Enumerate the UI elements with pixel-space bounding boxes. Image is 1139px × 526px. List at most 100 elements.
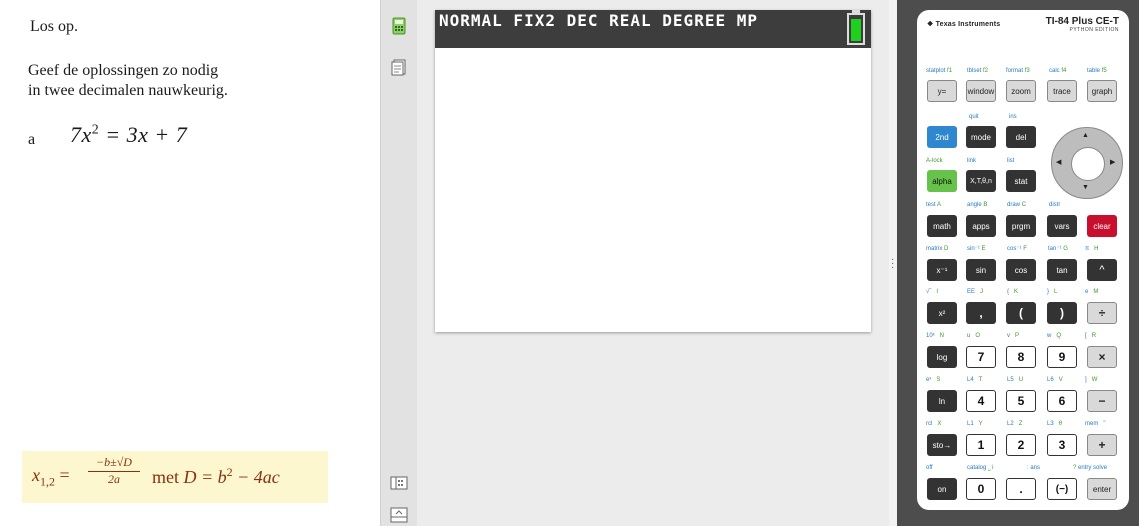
precision-line-1: Geef de oplossingen zo nodig	[28, 62, 219, 79]
key-4[interactable]: 4	[966, 390, 996, 412]
key-0[interactable]: 0	[966, 478, 996, 500]
key-8[interactable]: 8	[1006, 346, 1036, 368]
label-ex: eˣ S	[926, 377, 941, 383]
label-ans: : ans	[1027, 465, 1041, 471]
key-sin[interactable]: sin	[966, 259, 996, 281]
key-window[interactable]: window	[966, 80, 996, 102]
label-lbrace: { K	[1007, 289, 1019, 295]
key-multiply[interactable]: ×	[1087, 346, 1117, 368]
arrow-right-icon[interactable]: ▶	[1110, 158, 1115, 166]
label-rbrace: } L	[1047, 289, 1058, 295]
label-l4: L4 T	[967, 377, 983, 383]
key-sto[interactable]: sto→	[927, 434, 957, 456]
key-log[interactable]: log	[927, 346, 957, 368]
key-plus[interactable]: +	[1087, 434, 1117, 456]
key-comma[interactable]: ,	[966, 302, 996, 324]
label-e: e M	[1085, 289, 1099, 295]
document-icon[interactable]	[390, 58, 408, 76]
key-math[interactable]: math	[927, 215, 957, 237]
label-entry-solve: ? entry solve	[1073, 465, 1108, 471]
status-bar: NORMAL FIX2 DEC REAL DEGREE MP	[435, 10, 871, 48]
key-alpha[interactable]: alpha	[927, 170, 957, 192]
formula-discriminant: met D = b2 − 4ac	[152, 465, 280, 488]
label-lbracket: [ R	[1085, 333, 1097, 339]
label-sin-inv: sin⁻¹ E	[967, 246, 986, 252]
calculator-display[interactable]: NORMAL FIX2 DEC REAL DEGREE MP	[435, 10, 871, 332]
arrow-pad[interactable]: ▲ ▼ ◀ ▶	[1051, 127, 1123, 199]
key-lparen[interactable]: (	[1006, 302, 1036, 324]
label-list: list	[1007, 158, 1015, 164]
formula-d-rest: − 4ac	[232, 467, 280, 487]
label-l6: L6 V	[1047, 377, 1063, 383]
key-5[interactable]: 5	[1006, 390, 1036, 412]
label-l1: L1 Y	[967, 421, 983, 427]
label-off: off	[926, 465, 933, 471]
arrow-up-icon[interactable]: ▲	[1082, 132, 1089, 139]
key-zoom[interactable]: zoom	[1006, 80, 1036, 102]
arrow-pad-center	[1071, 147, 1105, 181]
key-caret[interactable]: ^	[1087, 259, 1117, 281]
key-x-inverse[interactable]: x⁻¹	[927, 259, 957, 281]
key-negative[interactable]: (−)	[1047, 478, 1077, 500]
label-a-lock: A-lock	[926, 158, 943, 164]
key-ln[interactable]: ln	[927, 390, 957, 412]
formula-lhs: x1,2 =	[32, 465, 70, 490]
arrow-left-icon[interactable]: ◀	[1056, 158, 1061, 166]
key-3[interactable]: 3	[1047, 434, 1077, 456]
brand-name: Texas Instruments	[935, 21, 1001, 28]
calculator-screen-area: NORMAL FIX2 DEC REAL DEGREE MP	[417, 0, 889, 526]
key-vars[interactable]: vars	[1047, 215, 1077, 237]
key-trace[interactable]: trace	[1047, 80, 1077, 102]
collapse-icon[interactable]	[390, 506, 408, 524]
key-decimal[interactable]: .	[1006, 478, 1036, 500]
formula-equals: =	[55, 465, 70, 485]
label-quit: quit	[969, 114, 979, 120]
key-divide[interactable]: ÷	[1087, 302, 1117, 324]
equation-rest: = 3x + 7	[99, 122, 188, 147]
key-clear[interactable]: clear	[1087, 215, 1117, 237]
key-6[interactable]: 6	[1047, 390, 1077, 412]
label-angle: angle B	[967, 202, 988, 208]
task-panel: Los op. Geef de oplossingen zo nodig in …	[0, 0, 380, 526]
key-tan[interactable]: tan	[1047, 259, 1077, 281]
key-2nd[interactable]: 2nd	[927, 126, 957, 148]
label-table: table f5	[1087, 68, 1107, 74]
key-mode[interactable]: mode	[966, 126, 996, 148]
precision-instruction: Geef de oplossingen zo nodig in twee dec…	[28, 61, 228, 101]
key-y-equals[interactable]: y=	[927, 80, 957, 102]
label-l3: L3 θ	[1047, 421, 1063, 427]
ti-logo: ❖ Texas Instruments	[927, 20, 1000, 28]
keypad-toggle-icon[interactable]	[390, 474, 408, 492]
key-7[interactable]: 7	[966, 346, 996, 368]
key-rparen[interactable]: )	[1047, 302, 1077, 324]
key-del[interactable]: del	[1006, 126, 1036, 148]
precision-line-2: in twee decimalen nauwkeurig.	[28, 82, 228, 99]
formula-met: met	[152, 467, 179, 487]
label-l2: L2 Z	[1007, 421, 1023, 427]
key-stat[interactable]: stat	[1006, 170, 1036, 192]
edition-name: PYTHON EDITION	[1069, 27, 1119, 33]
key-1[interactable]: 1	[966, 434, 996, 456]
label-matrix: matrix D	[926, 246, 949, 252]
label-link: link	[967, 158, 977, 164]
splitter-grip-icon[interactable]: · · ·	[891, 255, 894, 273]
key-apps[interactable]: apps	[966, 215, 996, 237]
label-w: w Q	[1047, 333, 1062, 339]
label-l5: L5 U	[1007, 377, 1024, 383]
key-prgm[interactable]: prgm	[1006, 215, 1036, 237]
key-9[interactable]: 9	[1047, 346, 1077, 368]
key-enter[interactable]: enter	[1087, 478, 1117, 500]
key-on[interactable]: on	[927, 478, 957, 500]
label-mem: mem "	[1085, 421, 1106, 427]
equation-base: 7x	[70, 122, 92, 147]
key-x-squared[interactable]: x²	[927, 302, 957, 324]
key-graph[interactable]: graph	[1087, 80, 1117, 102]
key-2[interactable]: 2	[1006, 434, 1036, 456]
calculator-icon[interactable]	[390, 17, 408, 35]
key-xtn[interactable]: X,T,θ,n	[966, 170, 996, 192]
abc-formula-box: x1,2 = −b±√D 2a met D = b2 − 4ac	[22, 451, 328, 503]
pane-splitter[interactable]: · · ·	[889, 0, 897, 526]
key-minus[interactable]: −	[1087, 390, 1117, 412]
key-cos[interactable]: cos	[1006, 259, 1036, 281]
arrow-down-icon[interactable]: ▼	[1082, 184, 1089, 191]
